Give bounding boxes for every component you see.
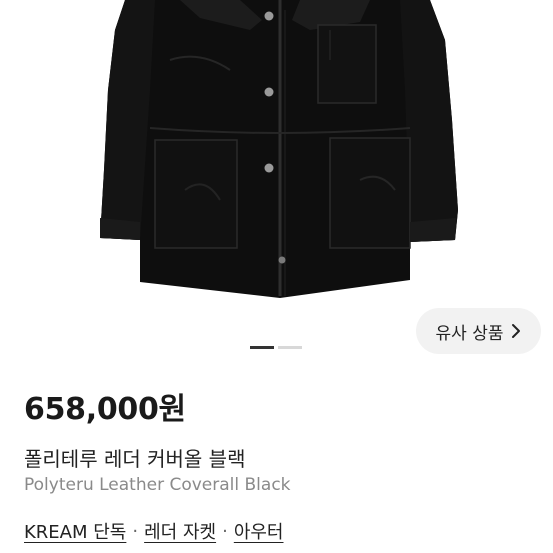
- product-name-english: Polyteru Leather Coverall Black: [24, 475, 291, 495]
- product-image[interactable]: [0, 0, 553, 300]
- product-detail-page: 유사 상품 658,000원 폴리테루 레더 커버올 블랙 Polyteru L…: [0, 0, 553, 553]
- category-separator: ·: [222, 520, 228, 542]
- category-breadcrumb: KREAM 단독 · 레더 자켓 · 아우터: [24, 518, 284, 544]
- carousel-dot[interactable]: [278, 346, 302, 349]
- category-separator: ·: [132, 520, 139, 542]
- similar-products-label: 유사 상품: [435, 323, 504, 344]
- category-link-kream-exclusive[interactable]: KREAM 단독: [24, 518, 126, 544]
- product-price: 658,000원: [24, 392, 186, 427]
- chevron-right-icon: [512, 324, 521, 338]
- similar-products-button[interactable]: 유사 상품: [416, 308, 541, 354]
- carousel-dot-active[interactable]: [250, 346, 274, 349]
- leather-jacket-image: [100, 0, 458, 298]
- product-name-korean: 폴리테루 레더 커버올 블랙: [24, 447, 246, 471]
- category-link-outer[interactable]: 아우터: [234, 518, 284, 544]
- category-link-leather-jacket[interactable]: 레더 자켓: [144, 518, 216, 544]
- image-carousel-indicator: [250, 346, 302, 349]
